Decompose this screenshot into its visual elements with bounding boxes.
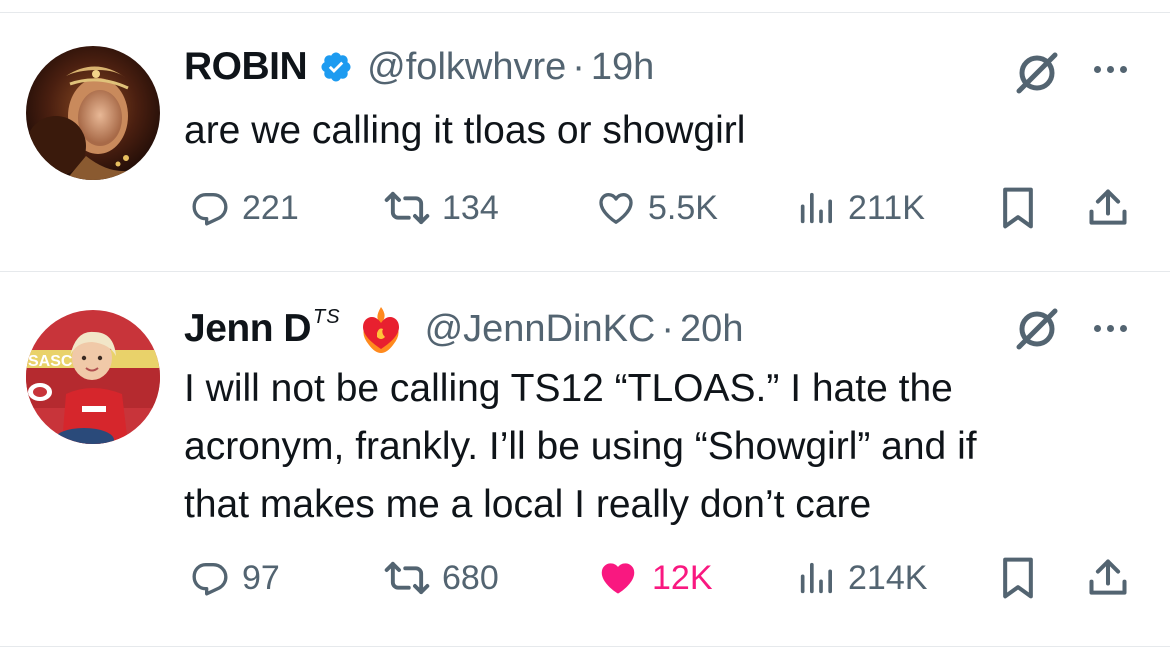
verified-badge-icon[interactable] (319, 50, 353, 84)
heart-on-fire-emoji (355, 303, 407, 355)
repost-count: 680 (442, 558, 499, 597)
tweet-text: are we calling it tloas or showgirl (184, 109, 746, 152)
bottom-divider (0, 646, 1170, 647)
view-count: 211K (848, 188, 925, 227)
like-icon (599, 193, 633, 224)
views-button[interactable]: 211K (796, 188, 925, 228)
reply-icon (192, 563, 228, 596)
timestamp[interactable]: 19h (591, 46, 654, 89)
grok-icon[interactable] (1012, 48, 1062, 103)
top-divider (0, 12, 1170, 13)
separator-dot: · (661, 307, 675, 350)
reply-button[interactable]: 97 (190, 558, 280, 598)
grok-icon[interactable] (1012, 304, 1062, 359)
views-button[interactable]: 214K (796, 558, 927, 598)
like-icon (601, 563, 635, 594)
more-icon[interactable] (1094, 66, 1127, 73)
timestamp[interactable]: 20h (680, 308, 743, 351)
avatar[interactable] (26, 46, 160, 180)
avatar[interactable]: SASC (26, 310, 160, 444)
share-button[interactable] (1086, 556, 1130, 600)
tweet-divider (0, 271, 1170, 272)
like-count: 5.5K (648, 188, 718, 227)
repost-count: 134 (442, 188, 499, 227)
bookmark-button[interactable] (998, 186, 1038, 230)
view-count: 214K (848, 558, 928, 597)
action-bar: 221 134 5.5K 211K (0, 182, 1170, 232)
bookmark-icon (1003, 557, 1033, 599)
name-suffix: TS (313, 305, 341, 328)
display-name[interactable]: ROBIN (184, 45, 308, 89)
views-icon (800, 562, 832, 594)
reply-count: 221 (242, 188, 299, 227)
tweet-text: I will not be calling TS12 “TLOAS.” I ha… (184, 360, 1144, 534)
like-button[interactable]: 12K (596, 558, 713, 598)
handle[interactable]: @JennDinKC (425, 308, 656, 351)
more-icon[interactable] (1094, 325, 1127, 332)
display-name[interactable]: Jenn D (184, 307, 312, 351)
action-bar: 97 680 12K 214K (0, 556, 1170, 606)
repost-icon (384, 191, 430, 225)
tweet-text-line: I will not be calling TS12 “TLOAS.” I ha… (184, 367, 953, 410)
reply-button[interactable]: 221 (190, 188, 299, 228)
tweet-text-line: that makes me a local I really don’t car… (184, 483, 872, 526)
reply-icon (192, 193, 228, 226)
share-icon (1089, 189, 1127, 225)
reply-count: 97 (242, 558, 280, 597)
share-icon (1089, 559, 1127, 595)
svg-text:SASC: SASC (28, 353, 73, 370)
views-icon (800, 192, 832, 224)
tweet-header: Jenn D TS @JennDinKC · 20h (184, 304, 743, 354)
tweet-header: ROBIN @folkwhvre · 19h (184, 42, 654, 92)
repost-button[interactable]: 134 (384, 188, 499, 228)
repost-icon (384, 561, 430, 595)
like-count: 12K (652, 558, 713, 597)
share-button[interactable] (1086, 186, 1130, 230)
bookmark-icon (1003, 187, 1033, 229)
handle[interactable]: @folkwhvre (367, 46, 566, 89)
separator-dot: · (572, 45, 585, 88)
repost-button[interactable]: 680 (384, 558, 499, 598)
like-button[interactable]: 5.5K (596, 188, 718, 228)
tweet-text-line: acronym, frankly. I’ll be using “Showgir… (184, 425, 977, 468)
bookmark-button[interactable] (998, 556, 1038, 600)
